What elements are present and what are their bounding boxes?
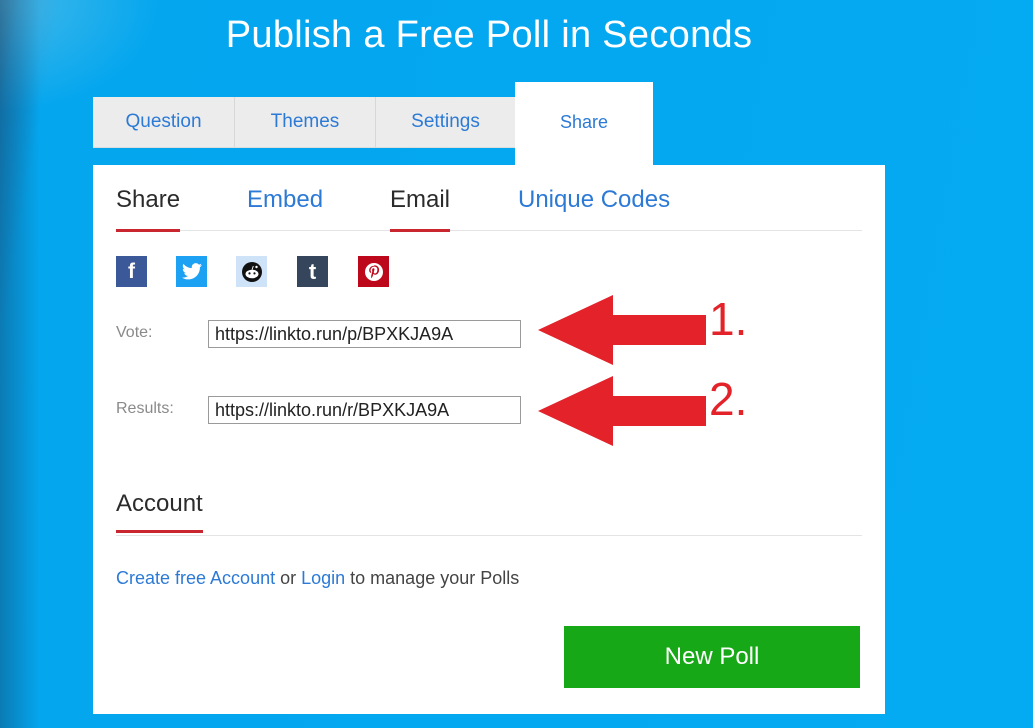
create-account-link[interactable]: Create free Account	[116, 568, 275, 588]
manage-polls-text: to manage your Polls	[345, 568, 520, 588]
account-heading: Account	[116, 490, 203, 533]
subtab-share[interactable]: Share	[116, 186, 181, 232]
account-divider	[116, 535, 862, 536]
arrow-annotation-2	[538, 376, 706, 446]
annotation-number-1: 1.	[709, 293, 748, 345]
vote-url-field[interactable]	[208, 320, 521, 348]
tab-themes[interactable]: Themes	[235, 97, 376, 147]
twitter-icon	[181, 263, 202, 280]
results-url-field[interactable]	[208, 396, 521, 424]
page-title: Publish a Free Poll in Seconds	[225, 14, 753, 56]
share-subtabs: Share Embed Email Unique Codes	[116, 165, 862, 232]
or-text: or	[275, 568, 302, 588]
pinterest-icon	[364, 262, 383, 281]
background-shade	[0, 0, 40, 728]
tumblr-share-button[interactable]: t	[297, 256, 328, 287]
reddit-share-button[interactable]	[236, 256, 267, 287]
new-poll-button[interactable]: New Poll	[564, 626, 860, 688]
tab-share[interactable]: Share	[515, 82, 653, 165]
share-panel: Share Embed Email Unique Codes f t Vote:…	[93, 165, 885, 714]
vote-label: Vote:	[116, 324, 153, 341]
reddit-icon	[241, 261, 262, 282]
arrow-annotation-1	[538, 295, 706, 365]
facebook-icon: f	[128, 259, 135, 283]
twitter-share-button[interactable]	[176, 256, 207, 287]
subtab-email[interactable]: Email	[390, 186, 451, 232]
login-link[interactable]: Login	[301, 568, 345, 588]
tab-settings[interactable]: Settings	[376, 97, 516, 147]
account-text: Create free Account or Login to manage y…	[116, 568, 519, 589]
pinterest-share-button[interactable]	[358, 256, 389, 287]
subtab-unique-codes[interactable]: Unique Codes	[518, 186, 670, 229]
tab-question[interactable]: Question	[93, 97, 235, 147]
poll-card: Question Themes Settings Share Share Emb…	[93, 82, 885, 714]
results-label: Results:	[116, 400, 174, 417]
tumblr-icon: t	[308, 258, 317, 284]
subtab-embed[interactable]: Embed	[247, 186, 323, 229]
annotation-number-2: 2.	[709, 373, 748, 425]
facebook-share-button[interactable]: f	[116, 256, 147, 287]
